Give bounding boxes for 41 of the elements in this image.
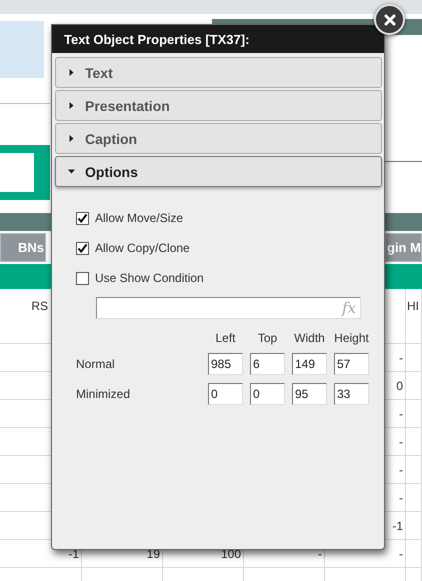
number-field[interactable]: 985 [208, 353, 243, 375]
caret-icon [68, 102, 75, 109]
checkbox-label: Allow Move/Size [95, 211, 184, 225]
caret-icon [68, 69, 75, 76]
number-field[interactable]: 0 [250, 383, 285, 405]
table-cell [406, 512, 422, 540]
accordion-header[interactable]: Text [55, 57, 382, 88]
table-cell [406, 344, 422, 372]
number-field[interactable]: 95 [292, 383, 327, 405]
number-field[interactable]: 57 [334, 353, 369, 375]
row-label: Normal [76, 357, 116, 371]
input-field[interactable] [0, 153, 34, 192]
checkbox-label: Use Show Condition [95, 271, 204, 285]
number-field[interactable]: 149 [292, 353, 327, 375]
accordion-header[interactable]: Presentation [55, 90, 382, 121]
table-cell [406, 456, 422, 484]
column-header: HI [406, 289, 422, 344]
accordion-header[interactable]: Caption [55, 123, 382, 154]
checkbox[interactable] [76, 272, 89, 284]
table-cell [406, 484, 422, 512]
close-icon [384, 14, 396, 26]
row-label: Minimized [76, 387, 132, 401]
info-panel [0, 21, 44, 78]
column-label: Left [214, 331, 236, 345]
dialog-title: Text Object Properties [TX37]: [52, 25, 384, 53]
table-cell [406, 372, 422, 400]
checkbox[interactable] [76, 212, 89, 224]
number-field[interactable]: 33 [334, 383, 369, 405]
caret-icon [68, 168, 75, 175]
checkbox[interactable] [76, 242, 89, 254]
table-cell [406, 540, 422, 568]
number-field[interactable]: 0 [208, 383, 243, 405]
column-label: Height [334, 331, 369, 345]
caret-icon [68, 135, 75, 142]
table-cell [406, 400, 422, 428]
checkbox-label: Allow Copy/Clone [95, 241, 190, 255]
table-cell [406, 428, 422, 456]
column-label: Top [256, 331, 278, 345]
column-label: Width [293, 331, 326, 345]
accordion-header[interactable]: Options [55, 156, 382, 187]
number-field[interactable]: 6 [250, 353, 285, 375]
